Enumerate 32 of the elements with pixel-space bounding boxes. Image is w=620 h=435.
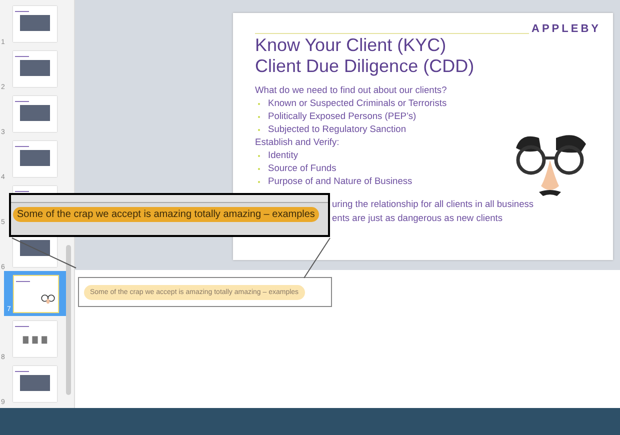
body-text: What do we need to find out about our clients?	[255, 84, 447, 97]
logo-text: APPLEBY	[532, 23, 601, 35]
slide-thumbnail[interactable]	[13, 141, 57, 177]
slide-thumbnail[interactable]	[13, 275, 59, 313]
photo-placeholder	[20, 240, 50, 256]
slide-thumbnail[interactable]	[13, 6, 57, 42]
body-text: Known or Suspected Criminals or Terrorists	[268, 97, 447, 110]
body-text: Politically Exposed Persons (PEP’s)	[268, 110, 416, 123]
photo-placeholder	[20, 60, 50, 76]
body-text: Source of Funds	[268, 162, 336, 175]
leader-line	[303, 237, 331, 279]
highlighted-text: Some of the crap we accept is amazing totally amazing – examples	[13, 207, 319, 222]
photo-placeholder	[20, 150, 50, 166]
leader-line	[11, 237, 77, 269]
slide-thumbnail[interactable]	[13, 51, 57, 87]
slide-title: Know Your Client (KYC)	[255, 35, 448, 56]
slide-thumbnail[interactable]	[13, 366, 57, 402]
body-text: Identity	[268, 149, 298, 162]
slide-thumbnail[interactable]	[13, 96, 57, 132]
slide-title: Client Due Diligence (CDD)	[255, 56, 476, 77]
glasses-icon	[40, 294, 56, 304]
body-text: Purpose of and Nature of Business	[268, 175, 412, 188]
photo-placeholder	[20, 15, 50, 31]
figures-icon	[21, 333, 49, 345]
body-text: Establish and Verify:	[255, 136, 340, 149]
body-text: Subjected to Regulatory Sanction	[268, 123, 406, 136]
scrollbar[interactable]	[66, 245, 71, 395]
slide-thumbnail[interactable]	[13, 321, 57, 357]
photo-placeholder	[20, 375, 50, 391]
body-text: ents are just as dangerous as new clients	[332, 212, 504, 225]
body-text: uring the relationship for all clients in all business	[332, 198, 535, 211]
photo-placeholder	[20, 105, 50, 121]
